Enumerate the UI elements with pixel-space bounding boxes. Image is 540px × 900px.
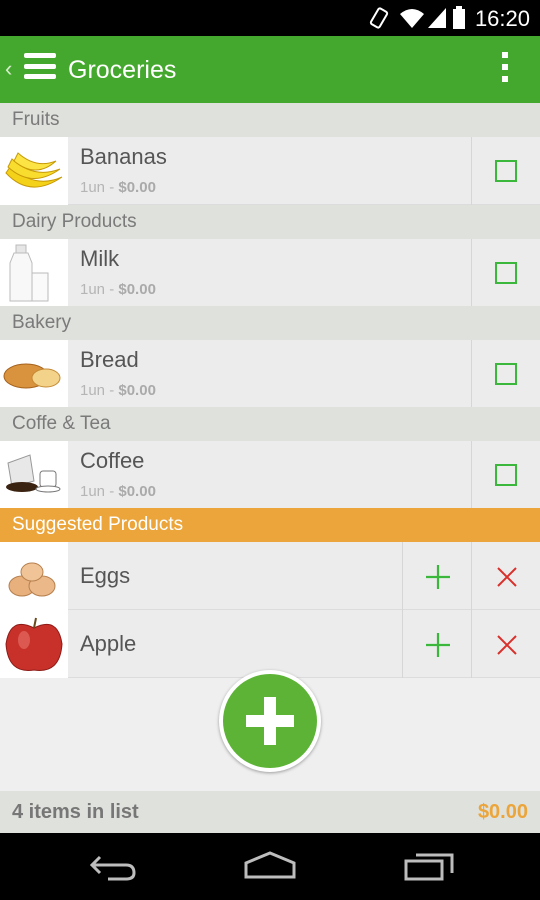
item-separator: - <box>109 281 115 298</box>
item-quantity: 1un <box>80 179 106 196</box>
item-checkbox[interactable] <box>495 464 517 486</box>
remove-suggested-button[interactable] <box>471 542 540 610</box>
item-name: Coffee <box>80 448 145 473</box>
status-time: 16:20 <box>474 6 530 31</box>
remove-icon <box>497 635 517 655</box>
bread-thumbnail <box>0 340 68 408</box>
coffee-thumbnail <box>0 441 68 509</box>
list-item[interactable]: Bread 1un - $0.00 <box>0 340 540 408</box>
list-item[interactable]: Coffee 1un - $0.00 <box>0 441 540 509</box>
action-bar: ‹ Groceries <box>0 36 540 103</box>
items-count: 4 items in list <box>12 801 139 823</box>
item-name: Eggs <box>80 563 131 588</box>
add-icon <box>426 633 450 657</box>
list-item[interactable]: Bananas 1un - $0.00 <box>0 137 540 205</box>
back-chevron-icon[interactable]: ‹ <box>5 56 12 82</box>
rotation-lock-icon <box>369 7 389 29</box>
item-separator: - <box>109 179 115 196</box>
item-separator: - <box>109 382 115 399</box>
item-price: $0.00 <box>118 483 156 500</box>
overflow-menu-icon[interactable] <box>502 52 510 88</box>
item-price: $0.00 <box>118 382 156 399</box>
item-meta: 1un - $0.00 <box>80 483 156 500</box>
section-header-dairy: Dairy Products <box>0 205 540 239</box>
add-suggested-button[interactable] <box>402 542 471 610</box>
fab-inner[interactable] <box>223 674 317 768</box>
add-suggested-button[interactable] <box>402 610 471 678</box>
drawer-menu-icon[interactable] <box>24 53 56 85</box>
item-separator: - <box>109 483 115 500</box>
section-header-suggested: Suggested Products <box>0 508 540 542</box>
item-price: $0.00 <box>118 281 156 298</box>
system-nav-bar <box>0 833 540 900</box>
wifi-icon <box>400 9 424 28</box>
item-quantity: 1un <box>80 483 106 500</box>
remove-suggested-button[interactable] <box>471 610 540 678</box>
item-checkbox[interactable] <box>495 160 517 182</box>
item-price: $0.00 <box>118 179 156 196</box>
add-icon <box>246 697 294 745</box>
bananas-thumbnail <box>0 137 68 205</box>
list-total: $0.00 <box>477 801 528 823</box>
milk-thumbnail <box>0 239 68 307</box>
section-header-coffee-tea: Coffe & Tea <box>0 407 540 441</box>
item-check-cell[interactable] <box>471 340 540 408</box>
nav-home-icon[interactable] <box>242 851 298 881</box>
section-header-bakery: Bakery <box>0 306 540 340</box>
list-item[interactable]: Milk 1un - $0.00 <box>0 239 540 307</box>
signal-icon <box>428 8 446 28</box>
item-meta: 1un - $0.00 <box>80 382 156 399</box>
add-icon <box>426 565 450 589</box>
item-quantity: 1un <box>80 281 106 298</box>
remove-icon <box>497 567 517 587</box>
item-name: Bread <box>80 347 139 372</box>
item-check-cell[interactable] <box>471 239 540 307</box>
item-meta: 1un - $0.00 <box>80 179 156 196</box>
page-title: Groceries <box>68 56 177 84</box>
item-name: Milk <box>80 246 120 271</box>
item-check-cell[interactable] <box>471 441 540 509</box>
nav-back-icon[interactable] <box>86 851 138 881</box>
add-item-fab[interactable] <box>219 670 321 772</box>
item-check-cell[interactable] <box>471 137 540 205</box>
item-quantity: 1un <box>80 382 106 399</box>
eggs-thumbnail <box>0 542 68 610</box>
list-summary-bar: 4 items in list $0.00 <box>0 791 540 833</box>
battery-icon <box>453 6 465 29</box>
suggested-item[interactable]: Apple <box>0 610 540 678</box>
item-name: Bananas <box>80 144 167 169</box>
section-header-fruits: Fruits <box>0 103 540 137</box>
item-checkbox[interactable] <box>495 363 517 385</box>
item-checkbox[interactable] <box>495 262 517 284</box>
nav-recents-icon[interactable] <box>402 851 456 881</box>
item-meta: 1un - $0.00 <box>80 281 156 298</box>
status-bar: 16:20 <box>0 0 540 36</box>
apple-thumbnail <box>0 610 68 678</box>
item-name: Apple <box>80 631 137 656</box>
suggested-item[interactable]: Eggs <box>0 542 540 610</box>
